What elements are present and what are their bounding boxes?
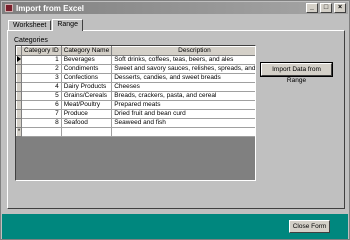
cell-description[interactable]: Seaweed and fish: [111, 118, 255, 128]
cell-category-name[interactable]: Beverages: [60, 55, 113, 65]
cell-category-id[interactable]: 2: [21, 64, 62, 74]
close-form-button[interactable]: Close Form: [289, 220, 330, 233]
column-header-category-name[interactable]: Category Name: [60, 46, 113, 56]
cell-category-name[interactable]: [60, 127, 113, 137]
cell-category-id[interactable]: 5: [21, 91, 62, 101]
window-title: Import from Excel: [16, 3, 85, 13]
access-form-icon: [5, 4, 13, 12]
cell-description[interactable]: Breads, crackers, pasta, and cereal: [111, 91, 255, 101]
column-header-description[interactable]: Description: [111, 46, 255, 56]
cell-description[interactable]: Desserts, candies, and sweet breads: [111, 73, 255, 83]
current-record-icon: [17, 56, 21, 63]
cell-category-id[interactable]: 8: [21, 118, 62, 128]
cell-description[interactable]: Soft drinks, coffees, teas, beers, and a…: [111, 55, 255, 65]
cell-category-id[interactable]: 3: [21, 73, 62, 83]
maximize-button[interactable]: □: [320, 3, 332, 13]
header-row: Category ID Category Name Description: [16, 46, 255, 56]
cell-category-name[interactable]: Condiments: [60, 64, 113, 74]
cell-category-id[interactable]: 6: [21, 100, 62, 110]
categories-datasheet[interactable]: Category ID Category Name Description 1 …: [15, 45, 256, 181]
minimize-button[interactable]: _: [306, 3, 318, 13]
cell-category-name[interactable]: Dairy Products: [60, 82, 113, 92]
table-row[interactable]: 1 Beverages Soft drinks, coffees, teas, …: [16, 55, 255, 65]
title-bar[interactable]: Import from Excel _ □ ×: [2, 2, 348, 14]
tab-range[interactable]: Range: [52, 19, 83, 31]
cell-category-name[interactable]: Grains/Cereals: [60, 91, 113, 101]
cell-category-name[interactable]: Seafood: [60, 118, 113, 128]
column-header-category-id[interactable]: Category ID: [21, 46, 62, 56]
import-window: Import from Excel _ □ × Worksheet Range …: [0, 0, 350, 240]
row-selector[interactable]: [16, 55, 22, 65]
cell-description[interactable]: Cheeses: [111, 82, 255, 92]
cell-description[interactable]: Sweet and savory sauces, relishes, sprea…: [111, 64, 255, 74]
cell-category-name[interactable]: Confections: [60, 73, 113, 83]
cell-category-id[interactable]: 7: [21, 109, 62, 119]
table-row[interactable]: 5 Grains/Cereals Breads, crackers, pasta…: [16, 91, 255, 101]
cell-category-name[interactable]: Produce: [60, 109, 113, 119]
table-row[interactable]: 2 Condiments Sweet and savory sauces, re…: [16, 64, 255, 74]
close-window-button[interactable]: ×: [334, 3, 346, 13]
table-row[interactable]: 3 Confections Desserts, candies, and swe…: [16, 73, 255, 83]
cell-category-id[interactable]: [21, 127, 62, 137]
cell-category-id[interactable]: 4: [21, 82, 62, 92]
table-row[interactable]: 6 Meat/Poultry Prepared meats: [16, 100, 255, 110]
table-row[interactable]: 7 Produce Dried fruit and bean curd: [16, 109, 255, 119]
cell-description[interactable]: Dried fruit and bean curd: [111, 109, 255, 119]
categories-table: Category ID Category Name Description 1 …: [16, 46, 255, 137]
categories-label: Categories: [14, 37, 48, 44]
cell-category-name[interactable]: Meat/Poultry: [60, 100, 113, 110]
import-data-from-range-button[interactable]: Import Data from Range: [261, 63, 332, 84]
new-record-row[interactable]: *: [16, 127, 255, 137]
table-row[interactable]: 8 Seafood Seaweed and fish: [16, 118, 255, 128]
cell-description[interactable]: Prepared meats: [111, 100, 255, 110]
cell-category-id[interactable]: 1: [21, 55, 62, 65]
cell-description[interactable]: [111, 127, 255, 137]
table-row[interactable]: 4 Dairy Products Cheeses: [16, 82, 255, 92]
